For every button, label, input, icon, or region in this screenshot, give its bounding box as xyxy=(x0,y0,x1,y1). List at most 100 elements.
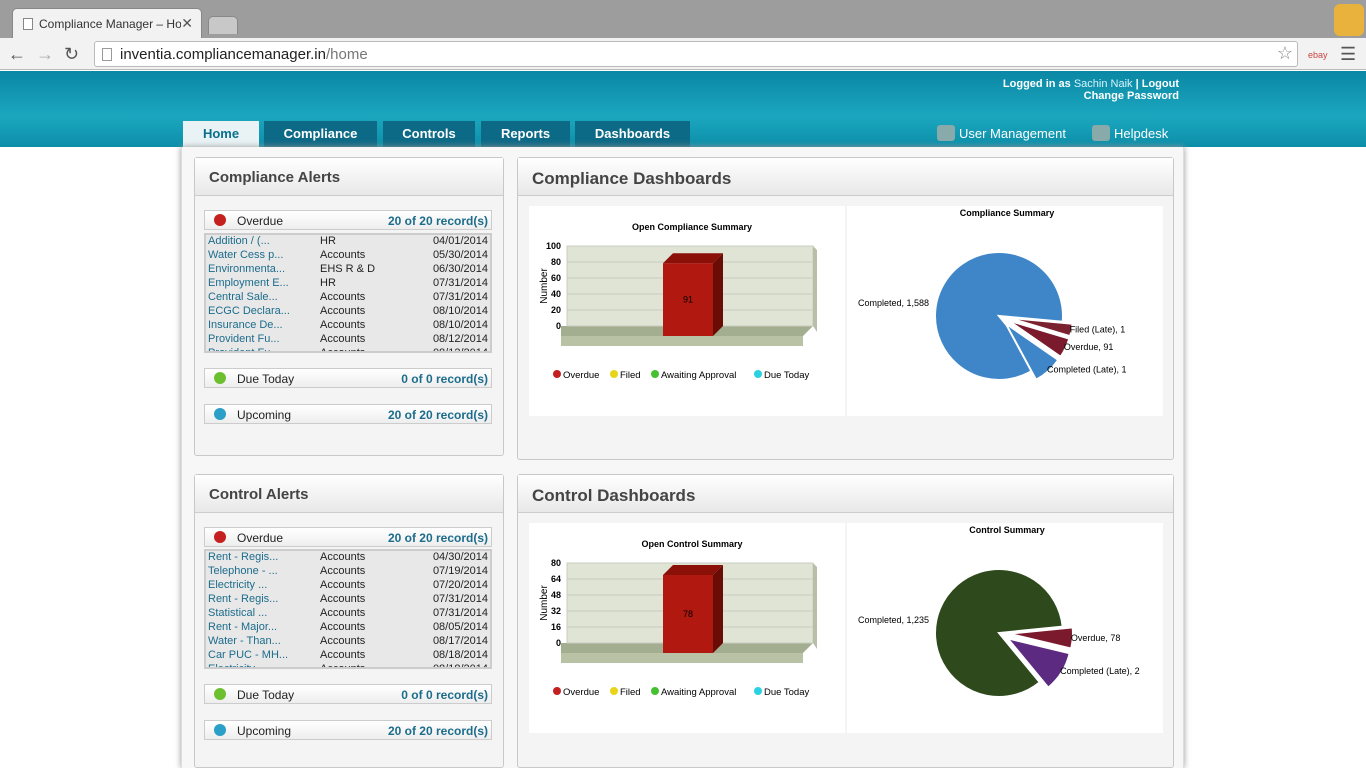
item-name[interactable]: Environmenta... xyxy=(208,263,285,275)
forward-icon[interactable]: → xyxy=(36,44,54,65)
item-name[interactable]: Rent - Major... xyxy=(208,621,277,633)
chart-title: Open Control Summary xyxy=(641,539,742,549)
open-control-chart[interactable]: Open Control Summary 0 16 32 48 64 80 Number 78 O… xyxy=(529,523,845,733)
due-today-group[interactable]: Due Today 0 of 0 record(s) xyxy=(204,684,492,704)
new-tab-button[interactable] xyxy=(208,16,238,34)
chart-title: Control Summary xyxy=(969,525,1045,535)
open-compliance-chart[interactable]: Open Compliance Summary 0 20 40 60 80 100 Numbe… xyxy=(529,206,845,416)
item-department: Accounts xyxy=(320,305,366,317)
tab-reports[interactable]: Reports xyxy=(481,121,570,147)
panel-title: Control Dashboards xyxy=(518,475,1173,513)
list-item[interactable]: Environmenta... EHS R & D 06/30/2014 xyxy=(206,263,490,277)
overdue-group[interactable]: Overdue 20 of 20 record(s) xyxy=(204,527,492,547)
overdue-list[interactable]: Addition / (... HR 04/01/2014 Water Cess p.… xyxy=(204,233,492,353)
item-due-date: 07/31/2014 xyxy=(432,593,488,605)
item-name[interactable]: Rent - Regis... xyxy=(208,593,278,605)
browser-toolbar: ← → ↻ inventia.compliancemanager.in/home… xyxy=(0,38,1366,70)
profile-avatar[interactable] xyxy=(1334,4,1364,36)
bar-top xyxy=(663,253,723,264)
list-item[interactable]: Statistical ... Accounts 07/31/2014 xyxy=(206,607,490,621)
legend-label: Due Today xyxy=(764,370,809,381)
item-name[interactable]: Provident Fu... xyxy=(208,347,280,351)
item-name[interactable]: Addition / (... xyxy=(208,235,270,247)
compliance-pie-chart[interactable]: Compliance Summary Completed, 1,588 Filed … xyxy=(847,206,1163,416)
item-due-date: 06/30/2014 xyxy=(432,263,488,275)
back-icon[interactable]: ← xyxy=(8,44,26,65)
pie-slice-label: Overdue, 91 xyxy=(1064,342,1114,352)
upcoming-group[interactable]: Upcoming 20 of 20 record(s) xyxy=(204,720,492,740)
list-item[interactable]: Water Cess p... Accounts 05/30/2014 xyxy=(206,249,490,263)
list-item[interactable]: ECGC Declara... Accounts 08/10/2014 xyxy=(206,305,490,319)
list-item[interactable]: Water - Than... Accounts 08/17/2014 xyxy=(206,635,490,649)
item-name[interactable]: Electricity ... xyxy=(208,579,267,591)
item-name[interactable]: Electricity ... xyxy=(208,663,267,667)
monitor-icon xyxy=(1092,125,1110,141)
item-name[interactable]: ECGC Declara... xyxy=(208,305,290,317)
item-department: Accounts xyxy=(320,347,366,353)
chart-title: Open Compliance Summary xyxy=(632,222,752,232)
item-name[interactable]: Central Sale... xyxy=(208,291,278,303)
reload-icon[interactable]: ↻ xyxy=(64,44,79,65)
tab-controls[interactable]: Controls xyxy=(383,121,475,147)
item-department: EHS R & D xyxy=(320,263,376,275)
overdue-group[interactable]: Overdue 20 of 20 record(s) xyxy=(204,210,492,230)
close-tab-icon[interactable]: ✕ xyxy=(181,15,193,32)
logout-link[interactable]: Logout xyxy=(1142,78,1179,90)
list-item[interactable]: Provident Fu... Accounts 08/12/2014 xyxy=(206,333,490,347)
list-item[interactable]: Car PUC - MH... Accounts 08/18/2014 xyxy=(206,649,490,663)
overdue-list[interactable]: Rent - Regis... Accounts 04/30/2014 Telepho… xyxy=(204,549,492,669)
list-item[interactable]: Rent - Regis... Accounts 07/31/2014 xyxy=(206,593,490,607)
list-item[interactable]: Rent - Regis... Accounts 04/30/2014 xyxy=(206,551,490,565)
list-item[interactable]: Provident Fu... Accounts 08/12/2014 xyxy=(206,347,490,353)
bar-data-label: 78 xyxy=(683,609,693,619)
list-item[interactable]: Insurance De... Accounts 08/10/2014 xyxy=(206,319,490,333)
item-department: Accounts xyxy=(320,649,366,661)
due-today-group[interactable]: Due Today 0 of 0 record(s) xyxy=(204,368,492,388)
item-due-date: 07/19/2014 xyxy=(432,565,488,577)
item-name[interactable]: Provident Fu... xyxy=(208,333,280,345)
y-axis-label: Number xyxy=(539,585,550,621)
tab-compliance[interactable]: Compliance xyxy=(264,121,377,147)
item-name[interactable]: Telephone - ... xyxy=(208,565,278,577)
list-item[interactable]: Addition / (... HR 04/01/2014 xyxy=(206,235,490,249)
legend-marker xyxy=(553,370,561,378)
item-department: Accounts xyxy=(320,333,366,345)
bookmark-star-icon[interactable]: ☆ xyxy=(1277,43,1293,64)
list-item[interactable]: Telephone - ... Accounts 07/19/2014 xyxy=(206,565,490,579)
change-password-link[interactable]: Change Password xyxy=(1003,90,1179,102)
item-name[interactable]: Rent - Regis... xyxy=(208,551,278,563)
item-name[interactable]: Water Cess p... xyxy=(208,249,283,261)
ebay-extension-icon[interactable]: ebay xyxy=(1308,50,1328,60)
address-bar[interactable]: inventia.compliancemanager.in/home ☆ xyxy=(94,41,1298,67)
legend-marker xyxy=(754,370,762,378)
record-count: 20 of 20 record(s) xyxy=(387,214,488,228)
list-item[interactable]: Rent - Major... Accounts 08/05/2014 xyxy=(206,621,490,635)
item-name[interactable]: Statistical ... xyxy=(208,607,267,619)
item-name[interactable]: Car PUC - MH... xyxy=(208,649,288,661)
control-pie-chart[interactable]: Control Summary Completed, 1,235 Overdue, … xyxy=(847,523,1163,733)
item-department: Accounts xyxy=(320,593,366,605)
user-management-link[interactable]: User Management xyxy=(937,125,1066,141)
record-count: 0 of 0 record(s) xyxy=(401,688,488,702)
user-link[interactable]: Sachin Naik xyxy=(1074,78,1133,90)
list-item[interactable]: Electricity ... Accounts 08/18/2014 xyxy=(206,663,490,667)
browser-tab[interactable]: Compliance Manager – Ho ✕ xyxy=(12,8,202,38)
list-item[interactable]: Employment E... HR 07/31/2014 xyxy=(206,277,490,291)
item-name[interactable]: Employment E... xyxy=(208,277,289,289)
compliance-alerts-panel: Compliance Alerts Overdue 20 of 20 record… xyxy=(194,157,504,456)
upcoming-group[interactable]: Upcoming 20 of 20 record(s) xyxy=(204,404,492,424)
item-due-date: 05/30/2014 xyxy=(432,249,488,261)
list-item[interactable]: Central Sale... Accounts 07/31/2014 xyxy=(206,291,490,305)
bar-side xyxy=(713,565,723,653)
menu-icon[interactable]: ☰ xyxy=(1340,44,1356,65)
helpdesk-link[interactable]: Helpdesk xyxy=(1092,125,1168,141)
tab-dashboards[interactable]: Dashboards xyxy=(575,121,690,147)
tab-home[interactable]: Home xyxy=(183,121,259,147)
item-name[interactable]: Insurance De... xyxy=(208,319,283,331)
item-department: Accounts xyxy=(320,319,366,331)
control-dashboards-panel: Control Dashboards Open Control Summary 0… xyxy=(517,474,1174,768)
item-department: Accounts xyxy=(320,607,366,619)
item-name[interactable]: Water - Than... xyxy=(208,635,281,647)
user-management-label: User Management xyxy=(959,126,1066,141)
list-item[interactable]: Electricity ... Accounts 07/20/2014 xyxy=(206,579,490,593)
